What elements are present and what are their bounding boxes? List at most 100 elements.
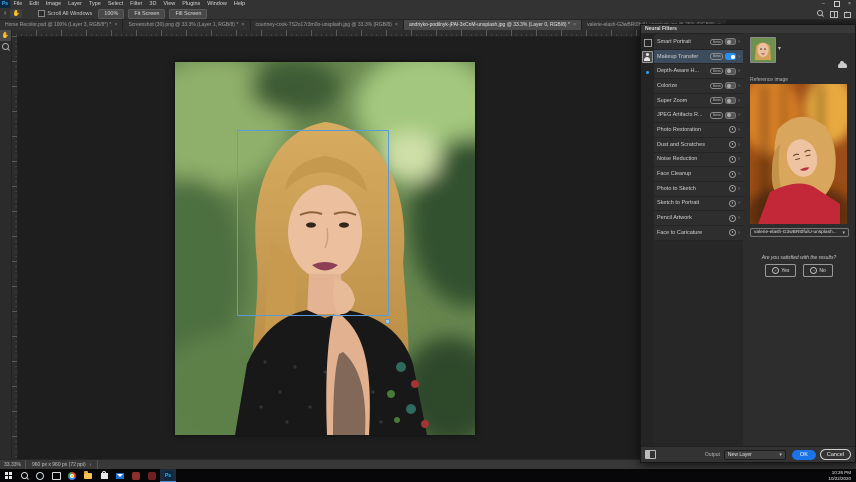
document-tab[interactable]: andriyko-podilnyk-jPAl-3xCnM-unsplash.jp…: [404, 20, 582, 30]
zoom-tool[interactable]: [0, 41, 11, 52]
taskbar-mail-icon[interactable]: [112, 469, 128, 482]
filter-row-dust-and-scratches[interactable]: Dust and Scratches›: [654, 138, 743, 153]
chevron-right-icon: ›: [738, 171, 740, 177]
filter-toggle[interactable]: [725, 112, 736, 119]
taskbar-chrome-icon[interactable]: [64, 469, 80, 482]
minimize-button[interactable]: –: [817, 0, 830, 8]
taskbar-photoshop-icon[interactable]: Ps: [160, 469, 176, 482]
scroll-all-windows-checkbox[interactable]: [38, 10, 45, 17]
options-button-fill-screen[interactable]: Fill Screen: [169, 9, 207, 19]
document-tab[interactable]: Screenshot (30).png @ 33.3% (Layer 1, RG…: [123, 20, 250, 30]
filter-toggle[interactable]: [725, 53, 736, 60]
menu-bar: Ps FileEditImageLayerTypeSelectFilter3DV…: [0, 0, 856, 8]
taskbar-red2-icon[interactable]: [144, 469, 160, 482]
cloud-sync-icon[interactable]: [838, 63, 847, 68]
chevron-right-icon: ›: [738, 215, 740, 221]
tab-close-icon[interactable]: ×: [573, 22, 576, 28]
filter-row-colorize[interactable]: ColorizeBeta›: [654, 79, 743, 94]
chevron-right-icon: ›: [738, 200, 740, 206]
options-button-fit-screen[interactable]: Fit Screen: [128, 9, 165, 19]
hand-tool[interactable]: ✋: [0, 30, 11, 41]
start-glyph: [5, 472, 12, 479]
taskbar-red1-icon[interactable]: [128, 469, 144, 482]
filter-row-face-to-caricature[interactable]: Face to Caricature›: [654, 226, 743, 241]
output-dropdown[interactable]: New Layer ▾: [724, 450, 786, 460]
filter-row-sketch-to-portrait[interactable]: Sketch to Portrait›: [654, 197, 743, 212]
restore-button[interactable]: [830, 0, 843, 8]
tab-close-icon[interactable]: ×: [241, 22, 244, 28]
chevron-right-icon: ›: [738, 83, 740, 89]
taskbar-file-explorer-icon[interactable]: [80, 469, 96, 482]
preview-toggle-icon[interactable]: [645, 450, 656, 459]
tab-close-icon[interactable]: ×: [395, 22, 398, 28]
filter-row-jpeg-artifacts-r-[interactable]: JPEG Artifacts R...Beta›: [654, 108, 743, 123]
hand-tool-preset[interactable]: ✋: [10, 9, 22, 18]
filter-row-noise-reduction[interactable]: Noise Reduction›: [654, 153, 743, 168]
cancel-button[interactable]: Cancel: [820, 449, 851, 460]
menu-type[interactable]: Type: [85, 0, 104, 8]
back-icon[interactable]: ‹: [4, 10, 6, 17]
filter-toggle[interactable]: [725, 68, 736, 75]
filter-row-smart-portrait[interactable]: Smart PortraitBeta›: [654, 35, 743, 50]
menu-plugins[interactable]: Plugins: [179, 0, 204, 8]
taskbar-search-icon[interactable]: [16, 469, 32, 482]
search-icon[interactable]: [817, 10, 824, 17]
feedback-yes-button[interactable]: + Yes: [765, 264, 796, 277]
filter-row-face-cleanup[interactable]: Face Cleanup›: [654, 167, 743, 182]
menu-layer[interactable]: Layer: [65, 0, 86, 8]
chevron-right-icon: ›: [738, 98, 740, 104]
beta-badge: Beta: [710, 112, 723, 119]
face-box-handle[interactable]: [385, 319, 390, 324]
taskbar-taskview-icon[interactable]: [48, 469, 64, 482]
filter-row-makeup-transfer[interactable]: Makeup TransferBeta›: [654, 50, 743, 65]
menu-3d[interactable]: 3D: [146, 0, 160, 8]
options-button-100-[interactable]: 100%: [98, 9, 124, 19]
face-picker-caret-icon[interactable]: ▾: [778, 45, 781, 52]
document-tab[interactable]: courtney-cook-TS2o17r3m0o-unsplash.jpg @…: [251, 20, 404, 30]
menu-view[interactable]: View: [160, 0, 179, 8]
filter-row-depth-aware-h-[interactable]: Depth-Aware H...Beta›: [654, 64, 743, 79]
close-button[interactable]: ×: [843, 0, 856, 8]
document-tab[interactable]: Horse Recolor.psd @ 100% (Layer 3, RGB/8…: [0, 20, 123, 30]
document-photo[interactable]: [175, 62, 475, 435]
chevron-right-icon: ›: [90, 462, 92, 468]
system-clock[interactable]: 10:26 PM 10/22/2020: [828, 470, 856, 481]
menu-select[interactable]: Select: [104, 0, 126, 8]
feedback-no-button[interactable]: − No: [803, 264, 832, 277]
filter-row-photo-to-sketch[interactable]: Photo to Sketch›: [654, 182, 743, 197]
selected-face-thumbnail[interactable]: [750, 37, 776, 63]
all-filters-icon[interactable]: [644, 39, 652, 47]
filter-toggle[interactable]: [725, 38, 736, 45]
waitlist-clock-icon: [729, 200, 736, 207]
panel-footer: Output New Layer ▾ OK Cancel: [641, 446, 855, 462]
menu-help[interactable]: Help: [230, 0, 248, 8]
filter-row-photo-restoration[interactable]: Photo Restoration›: [654, 123, 743, 138]
menu-image[interactable]: Image: [42, 0, 64, 8]
chevron-right-icon: ›: [738, 186, 740, 192]
taskbar-cortana-icon[interactable]: [32, 469, 48, 482]
chevron-right-icon: ›: [738, 39, 740, 45]
canvas-area[interactable]: [11, 30, 641, 459]
menu-filter[interactable]: Filter: [127, 0, 146, 8]
ok-button[interactable]: OK: [792, 450, 816, 460]
filter-row-pencil-artwork[interactable]: Pencil Artwork›: [654, 211, 743, 226]
filter-row-super-zoom[interactable]: Super ZoomBeta›: [654, 94, 743, 109]
reference-filename-dropdown[interactable]: valerie-elash-G3wBRt0fulU-unsplash... ▾: [750, 228, 849, 237]
menu-edit[interactable]: Edit: [26, 0, 42, 8]
portrait-filters-icon[interactable]: [642, 51, 653, 63]
search-glyph: [21, 472, 28, 479]
face-detection-box[interactable]: [237, 130, 389, 316]
filter-toggle[interactable]: [725, 97, 736, 104]
tab-label: andriyko-podilnyk-jPAl-3xCnM-unsplash.jp…: [409, 22, 570, 28]
taskbar-start-icon[interactable]: [0, 469, 16, 482]
thumbs-up-icon: +: [772, 267, 779, 274]
workspace-layout-icon[interactable]: [830, 10, 837, 17]
tab-close-icon[interactable]: ×: [114, 22, 117, 28]
taskbar-store-icon[interactable]: [96, 469, 112, 482]
menu-window[interactable]: Window: [204, 0, 231, 8]
filter-toggle[interactable]: [725, 82, 736, 89]
vertical-ruler: [11, 36, 18, 459]
menu-file[interactable]: File: [10, 0, 26, 8]
share-icon[interactable]: [843, 10, 850, 17]
reference-image[interactable]: [750, 84, 847, 224]
